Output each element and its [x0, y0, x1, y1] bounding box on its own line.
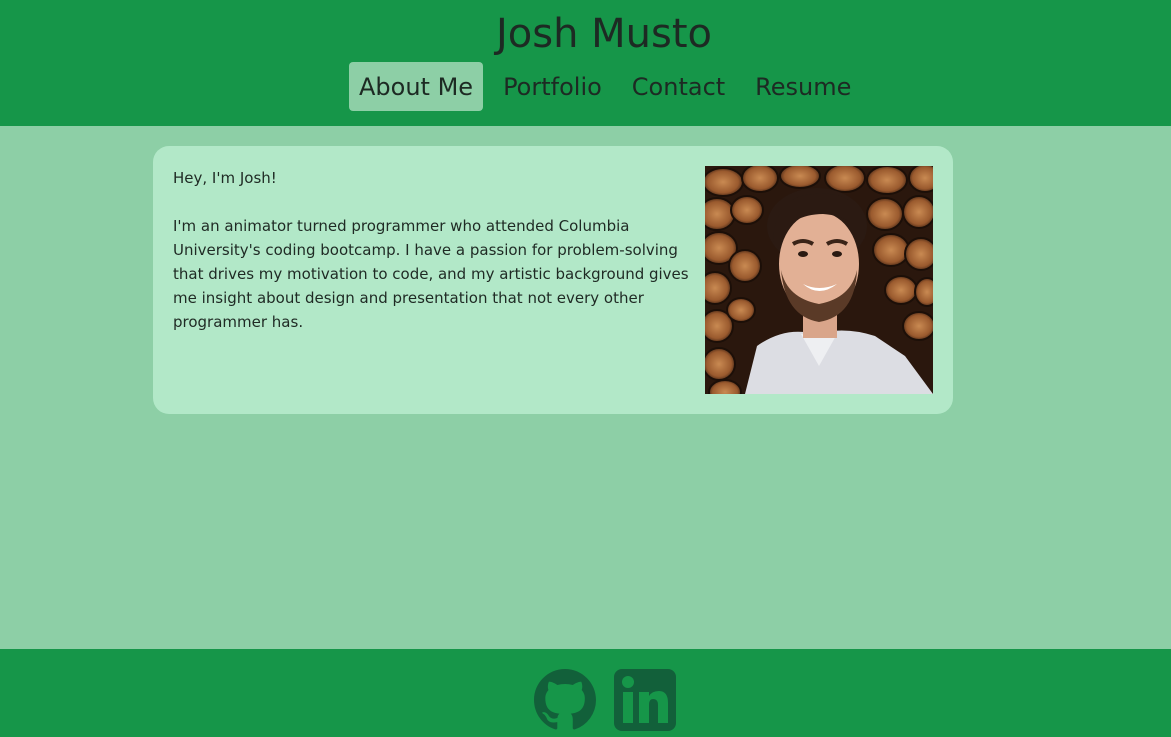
about-card: Hey, I'm Josh! I'm an animator turned pr… — [153, 146, 953, 414]
site-header: Josh Musto About Me Portfolio Contact Re… — [0, 0, 1171, 126]
github-link[interactable] — [534, 669, 596, 731]
site-title: Josh Musto — [495, 11, 713, 57]
nav-resume[interactable]: Resume — [745, 62, 861, 111]
nav-portfolio[interactable]: Portfolio — [493, 62, 612, 111]
profile-photo — [705, 166, 933, 394]
main-nav: About Me Portfolio Contact Resume — [349, 62, 871, 111]
main-content: Hey, I'm Josh! I'm an animator turned pr… — [0, 126, 1171, 649]
linkedin-link[interactable] — [614, 669, 676, 731]
about-text: Hey, I'm Josh! I'm an animator turned pr… — [173, 166, 693, 358]
site-footer — [0, 649, 1171, 737]
nav-contact[interactable]: Contact — [622, 62, 735, 111]
linkedin-icon — [614, 669, 676, 731]
nav-about-me[interactable]: About Me — [349, 62, 484, 111]
greeting: Hey, I'm Josh! — [173, 169, 277, 187]
bio: I'm an animator turned programmer who at… — [173, 217, 689, 331]
profile-photo-image — [705, 166, 933, 394]
github-icon — [534, 669, 596, 730]
